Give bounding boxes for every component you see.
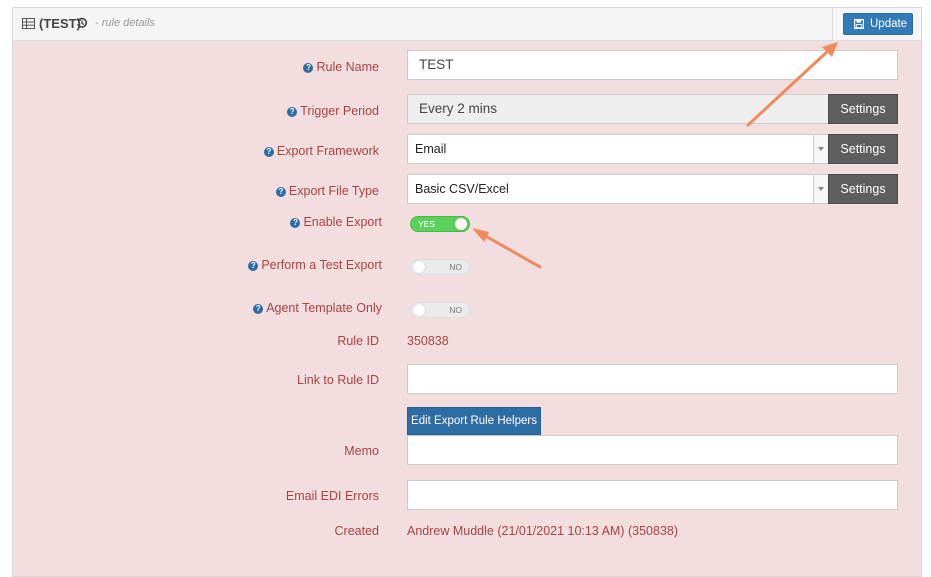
memo-input[interactable] [407, 435, 898, 465]
export-file-type-settings-button[interactable]: Settings [828, 174, 898, 204]
email-edi-errors-label: Email EDI Errors [285, 489, 379, 503]
export-file-type-label: ? Export File Type [275, 184, 379, 198]
help-icon[interactable]: ? [275, 187, 286, 197]
page-subtitle: - rule details [95, 17, 155, 29]
edit-export-rule-helpers-button[interactable]: Edit Export Rule Helpers [407, 407, 541, 435]
trigger-period-field: Every 2 mins [407, 94, 829, 124]
rule-id-value: 350838 [407, 334, 449, 348]
rule-id-label: Rule ID [337, 334, 379, 348]
table-icon [22, 18, 35, 29]
enable-export-toggle[interactable]: YES [410, 216, 470, 232]
panel-header: (TEST) - rule details Update [13, 8, 921, 41]
rule-name-input[interactable]: TEST [407, 50, 898, 80]
save-icon [854, 19, 864, 29]
export-framework-label: ? Export Framework [263, 144, 379, 158]
email-edi-errors-input[interactable] [407, 480, 898, 510]
agent-template-toggle[interactable]: NO [410, 302, 470, 318]
help-icon[interactable]: ? [253, 304, 264, 314]
update-button-label: Update [870, 18, 908, 30]
toggle-state-label: NO [449, 305, 462, 315]
help-icon[interactable]: ? [263, 147, 274, 157]
toggle-knob [455, 218, 467, 230]
header-divider [832, 8, 833, 40]
export-framework-settings-button[interactable]: Settings [828, 134, 898, 164]
memo-label: Memo [344, 444, 379, 458]
export-framework-select[interactable]: Email [407, 134, 829, 164]
link-rule-id-label: Link to Rule ID [297, 373, 379, 387]
created-label: Created [334, 524, 379, 538]
test-export-label: ? Perform a Test Export [248, 258, 382, 272]
help-icon[interactable]: ? [290, 218, 301, 228]
toggle-knob [413, 304, 425, 316]
export-file-type-select[interactable]: Basic CSV/Excel [407, 174, 829, 204]
trigger-period-label: ? Trigger Period [287, 104, 379, 118]
toggle-knob [413, 261, 425, 273]
export-framework-value: Email [415, 142, 447, 156]
help-icon[interactable]: ? [287, 107, 298, 117]
export-file-type-value: Basic CSV/Excel [415, 182, 509, 196]
help-icon[interactable]: ? [303, 63, 314, 73]
chevron-down-icon[interactable] [813, 135, 828, 163]
rule-details-panel: (TEST) - rule details Update ? Rule Name … [12, 7, 922, 577]
agent-template-label: ? Agent Template Only [253, 301, 382, 315]
created-value: Andrew Muddle (21/01/2021 10:13 AM) (350… [407, 524, 679, 538]
link-rule-id-input[interactable] [407, 364, 898, 394]
history-icon[interactable] [76, 17, 88, 29]
toggle-state-label: YES [418, 219, 436, 229]
chevron-down-icon[interactable] [813, 175, 828, 203]
page-title: (TEST) [39, 16, 81, 31]
help-icon[interactable]: ? [248, 261, 259, 271]
update-button[interactable]: Update [843, 13, 913, 35]
toggle-state-label: NO [449, 262, 462, 272]
test-export-toggle[interactable]: NO [410, 259, 470, 275]
enable-export-label: ? Enable Export [290, 215, 382, 229]
rule-name-label: ? Rule Name [303, 60, 379, 74]
trigger-period-settings-button[interactable]: Settings [828, 94, 898, 124]
